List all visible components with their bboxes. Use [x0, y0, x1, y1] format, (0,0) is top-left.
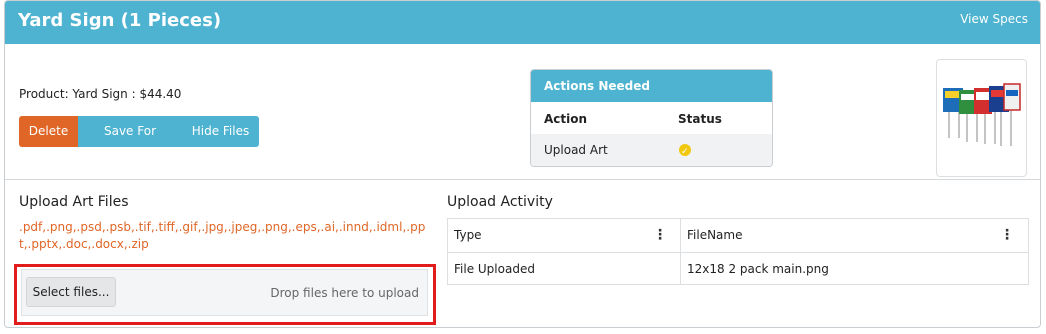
yard-sign-image [943, 83, 1021, 146]
card-header: Yard Sign (1 Pieces) View Specs [5, 1, 1040, 44]
action-name: Upload Art [544, 143, 608, 157]
table-row: File Uploaded 12x18 2 pack main.png [448, 253, 1028, 286]
action-column-header: Action [544, 112, 588, 126]
section-divider [5, 179, 1040, 180]
actions-needed-title: Actions Needed [531, 70, 772, 102]
item-button-group: Delete Save For Later Hide Files [19, 116, 259, 169]
vertical-ellipsis-icon[interactable]: ⋮ [653, 219, 667, 252]
item-title: Yard Sign (1 Pieces) [18, 10, 222, 31]
select-files-button[interactable]: Select files... [26, 277, 116, 307]
product-price-label: Product: Yard Sign : $44.40 [19, 87, 182, 101]
table-row: Upload Art [531, 134, 772, 166]
vertical-ellipsis-icon[interactable]: ⋮ [1000, 219, 1014, 252]
activity-filename: 12x18 2 pack main.png [687, 262, 829, 276]
upload-activity-title: Upload Activity [447, 194, 553, 210]
activity-type: File Uploaded [454, 262, 535, 276]
upload-activity-table: Type ⋮ FileName ⋮ File Uploaded 12x18 2 … [447, 218, 1029, 285]
delete-button[interactable]: Delete [19, 116, 78, 147]
upload-art-files-title: Upload Art Files [19, 194, 129, 210]
actions-table-header: Action Status [531, 102, 772, 134]
product-thumbnail [936, 59, 1027, 177]
filename-column-header: FileName [687, 228, 743, 242]
drop-files-hint: Drop files here to upload [270, 286, 419, 300]
hide-files-button[interactable]: Hide Files [182, 116, 259, 147]
view-specs-link[interactable]: View Specs [960, 12, 1028, 26]
status-column-header: Status [678, 112, 722, 126]
actions-needed-panel: Actions Needed Action Status Upload Art [530, 69, 773, 167]
activity-table-header: Type ⋮ FileName ⋮ [448, 219, 1028, 253]
allowed-file-types: .pdf,.png,.psd,.psb,.tif,.tiff,.gif,.jpg… [19, 220, 426, 251]
type-column-header: Type [454, 228, 482, 242]
order-item-card: Yard Sign (1 Pieces) View Specs Product:… [4, 0, 1041, 328]
check-circle-icon [679, 136, 691, 166]
file-drop-zone[interactable]: Select files... Drop files here to uploa… [21, 269, 428, 316]
save-for-later-button[interactable]: Save For Later [78, 116, 182, 169]
